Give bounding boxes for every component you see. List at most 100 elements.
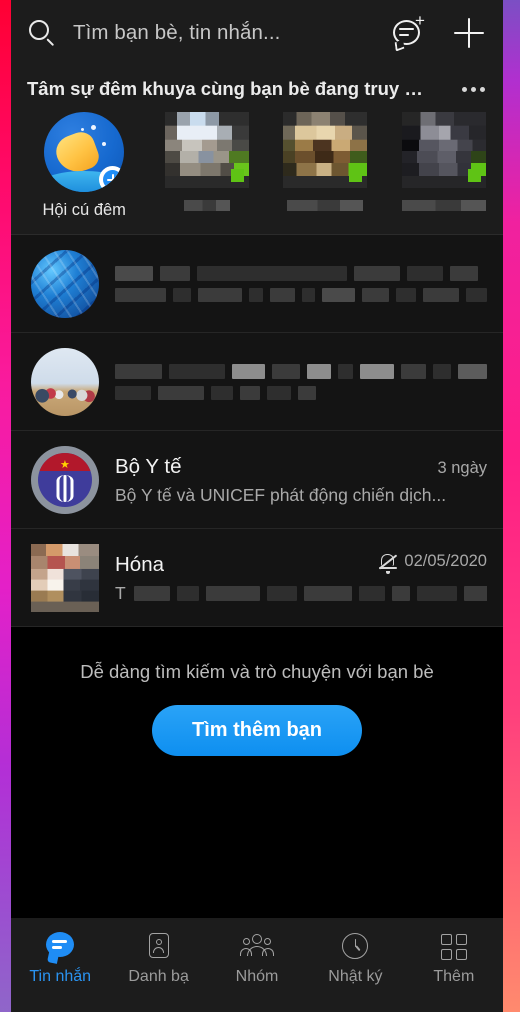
censored-preview [115, 386, 487, 400]
story-header: Tâm sự đêm khuya cùng bạn bè đang truy c… [11, 66, 503, 106]
conversation-meta: 02/05/2020 [366, 552, 487, 574]
story-row: Hội cú đêm [11, 106, 503, 234]
grid-cell-3 [440, 949, 452, 960]
tab-contacts[interactable]: Danh bạ [109, 930, 207, 986]
conversation-time: 3 ngày [437, 458, 487, 477]
star-1 [90, 124, 96, 130]
story-section-title: Tâm sự đêm khuya cùng bạn bè đang truy c… [27, 78, 427, 99]
grid-cell-4 [455, 949, 467, 960]
more-options-icon[interactable] [460, 81, 487, 98]
story-item-label: Hội cú đêm [42, 201, 126, 219]
bubble-line-1 [52, 940, 68, 943]
person-center-body [247, 946, 268, 956]
bubble-line-2 [52, 946, 63, 949]
person-body [153, 947, 165, 953]
censored-preview [133, 586, 487, 601]
person-left-head [243, 938, 251, 945]
message-bubble-icon [44, 930, 76, 964]
bottom-navigation: Tin nhắn Danh bạ Nhóm Nhật ký Thêm [11, 918, 503, 1012]
conversation-header: Hóna 02/05/2020 [115, 552, 487, 577]
conversation-time: 02/05/2020 [404, 552, 487, 570]
search-input[interactable]: Tìm bạn bè, tin nhắn... [73, 21, 391, 45]
avatar[interactable] [31, 544, 99, 612]
search-icon-ring [29, 20, 49, 40]
tab-messages[interactable]: Tin nhắn [11, 930, 109, 986]
censored-preview [115, 288, 487, 302]
censored-avatar [283, 112, 368, 188]
censored-avatar [164, 112, 249, 188]
tab-label: Thêm [433, 968, 475, 985]
logo-star: ★ [60, 458, 70, 471]
bell-clapper [385, 570, 390, 574]
top-bar: Tìm bạn bè, tin nhắn... + [11, 0, 503, 66]
promo-section: Dễ dàng tìm kiếm và trò chuyện với bạn b… [11, 627, 503, 756]
star-5 [81, 128, 84, 131]
bubble-line-1 [399, 28, 414, 30]
conversation-name: Hóna [115, 553, 165, 576]
table-row[interactable]: ★ Bộ Y tế 3 ngày Bộ Y tế và UNICEF phát … [11, 431, 503, 529]
censored-name [401, 200, 486, 211]
story-item-create[interactable]: Hội cú đêm [37, 112, 131, 220]
conversation-body: Hóna 02/05/2020 T [115, 552, 487, 604]
avatar-people [35, 382, 95, 406]
table-row[interactable] [11, 333, 503, 431]
story-item-friend[interactable] [282, 112, 369, 211]
dot-2 [471, 86, 476, 92]
ministry-of-health-logo: ★ [37, 452, 93, 508]
grid-more-icon [438, 930, 470, 962]
preview-visible-text: T [115, 583, 126, 603]
find-more-friends-button[interactable]: Tìm thêm bạn [151, 705, 362, 756]
avatar[interactable] [31, 348, 99, 416]
bell-muted-icon [378, 552, 398, 574]
story-item-friend[interactable] [400, 112, 487, 211]
conversation-preview: Bộ Y tế và UNICEF phát động chiến dịch..… [115, 484, 447, 505]
online-indicator [230, 169, 244, 182]
conversation-preview: T [115, 583, 487, 604]
table-row[interactable]: Hóna 02/05/2020 T [11, 529, 503, 627]
tab-more[interactable]: Thêm [405, 930, 503, 986]
tab-groups[interactable]: Nhóm [208, 930, 306, 986]
tab-label: Tin nhắn [29, 968, 92, 985]
avatar[interactable]: ★ [31, 446, 99, 514]
person-center-head [252, 934, 263, 944]
table-row[interactable] [11, 235, 503, 333]
censored-name [115, 364, 488, 379]
bubble-plus: + [415, 11, 425, 30]
story-item-friend[interactable] [163, 112, 250, 211]
row-divider [11, 626, 503, 627]
plus-badge[interactable] [99, 166, 125, 192]
bubble-line-2 [399, 33, 409, 36]
plus-badge-inner [103, 170, 123, 189]
top-bar-actions: + [391, 11, 489, 53]
new-message-icon[interactable]: + [391, 11, 431, 53]
online-indicator [349, 169, 363, 182]
plus-icon[interactable] [449, 13, 489, 53]
tab-label: Danh bạ [128, 968, 189, 985]
tab-diary[interactable]: Nhật ký [306, 930, 404, 986]
star-4 [101, 142, 106, 147]
online-indicator [467, 169, 481, 182]
conversation-body: Bộ Y tế 3 ngày Bộ Y tế và UNICEF phát độ… [115, 455, 487, 506]
bubble-tail [47, 952, 60, 964]
app-screen: Tìm bạn bè, tin nhắn... + Tâm sự đêm khu… [11, 0, 503, 1012]
bubble-tail [394, 39, 405, 52]
person-right-head [264, 938, 272, 945]
promo-text: Dễ dàng tìm kiếm và trò chuyện với bạn b… [80, 661, 434, 682]
conversation-meta: 3 ngày [425, 459, 487, 478]
dot-3 [480, 86, 485, 92]
story-section: Tâm sự đêm khuya cùng bạn bè đang truy c… [11, 66, 503, 234]
avatar[interactable] [31, 250, 99, 318]
person-head [155, 939, 162, 945]
tab-label: Nhật ký [328, 968, 383, 985]
logo-rod [63, 474, 67, 502]
grid-cell-2 [455, 934, 467, 945]
conversation-name: Bộ Y tế [115, 454, 182, 478]
search-icon-handle [46, 38, 55, 47]
phone-frame: Tìm bạn bè, tin nhắn... + Tâm sự đêm khu… [0, 0, 520, 1012]
censored-name [183, 200, 230, 211]
conversation-body [115, 266, 487, 302]
people-group-icon [240, 930, 275, 962]
search-icon[interactable] [23, 15, 59, 51]
conversation-body [115, 364, 488, 400]
conversation-header: Bộ Y tế 3 ngày [115, 455, 487, 479]
